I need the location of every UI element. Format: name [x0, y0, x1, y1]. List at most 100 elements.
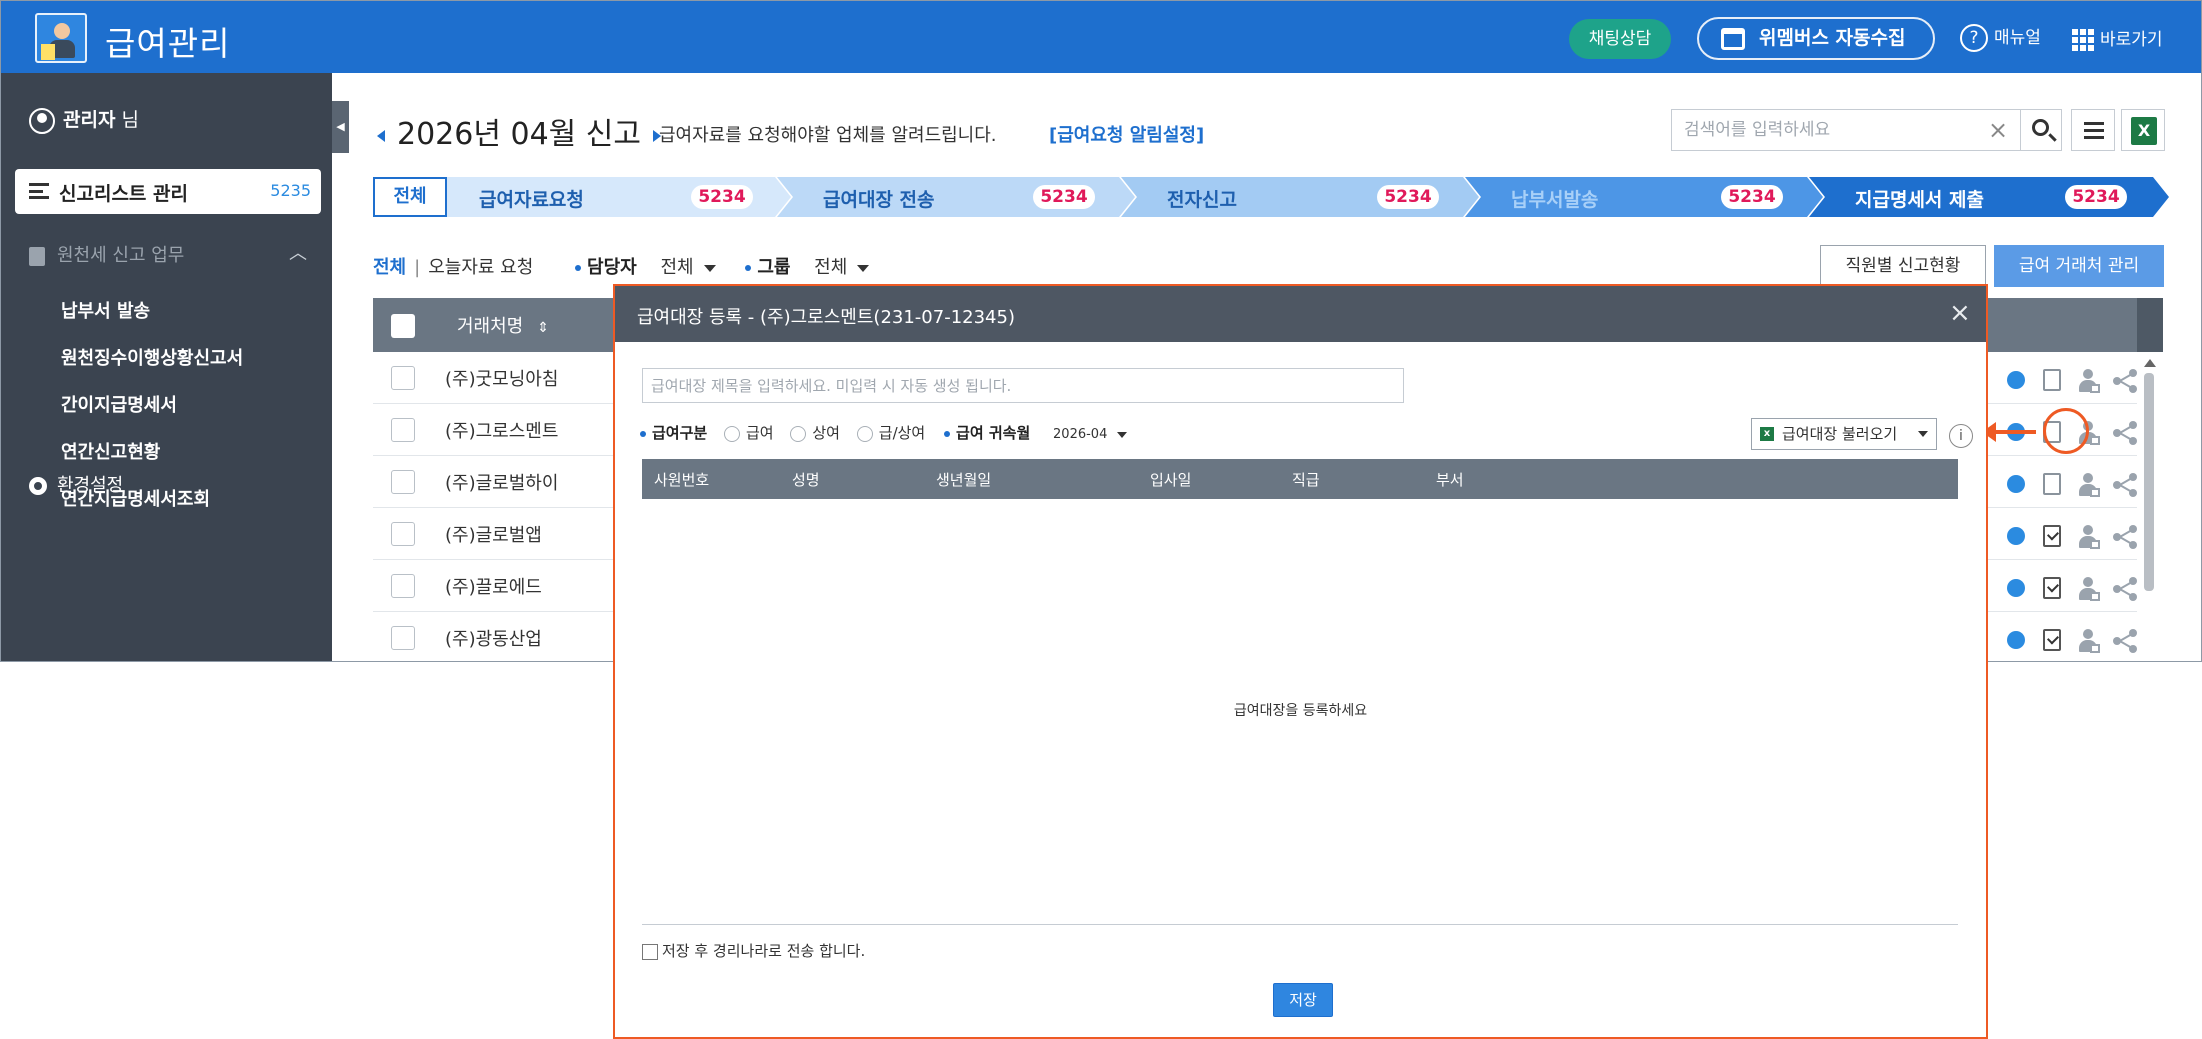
employee-status-button[interactable]: 직원별 신고현황 — [1820, 245, 1986, 287]
step-payment-notice[interactable]: 납부서발송 5234 — [1479, 177, 1823, 217]
payroll-register-icon[interactable] — [2077, 525, 2101, 549]
ledger-title-input[interactable] — [642, 368, 1404, 403]
message-badge-icon[interactable] — [2007, 371, 2025, 389]
callout-arrow-icon — [1982, 422, 2036, 442]
client-manage-button[interactable]: 급여 거래처 관리 — [1994, 245, 2164, 287]
table-scrollbar[interactable] — [2144, 359, 2156, 659]
save-button[interactable]: 저장 — [1273, 983, 1333, 1017]
payroll-register-icon[interactable] — [2077, 577, 2101, 601]
pay-type-radio-both[interactable] — [856, 425, 873, 442]
share-icon[interactable] — [2113, 421, 2137, 445]
column-client-name[interactable]: 거래처명 ⇕ — [457, 312, 549, 338]
info-icon[interactable]: i — [1949, 424, 1973, 448]
client-name[interactable]: (주)끌로에드 — [445, 573, 542, 599]
auto-collect-button[interactable]: 위멤버스 자동수집 — [1697, 17, 1935, 60]
share-icon[interactable] — [2113, 473, 2137, 497]
search-icon — [2032, 119, 2049, 136]
shortcut-link[interactable]: 바로가기 — [2072, 25, 2163, 51]
app-logo-icon[interactable] — [35, 13, 87, 63]
chevron-up-icon[interactable]: ︿ — [289, 239, 307, 265]
payroll-register-icon[interactable] — [2077, 629, 2101, 653]
step-statement-submit[interactable]: 지급명세서 제출 5234 — [1823, 177, 2167, 217]
message-badge-icon[interactable] — [2007, 579, 2025, 597]
dropdown-icon — [703, 264, 716, 272]
filter-all[interactable]: 전체 — [373, 257, 406, 278]
step-all-button[interactable]: 전체 — [373, 177, 447, 217]
document-icon[interactable] — [2043, 473, 2061, 495]
manager-filter-value: 전체 — [660, 257, 694, 278]
share-icon[interactable] — [2113, 525, 2137, 549]
list-view-button[interactable] — [2071, 109, 2115, 151]
search-input[interactable] — [1672, 110, 1972, 150]
send-after-save-checkbox[interactable] — [642, 943, 658, 960]
row-checkbox[interactable] — [391, 366, 415, 390]
manual-label: 매뉴얼 — [1994, 28, 2041, 48]
column-position: 직급 — [1292, 471, 1320, 489]
pay-type-option: 상여 — [812, 424, 840, 442]
excel-icon: X — [2131, 117, 2157, 145]
message-badge-icon[interactable] — [2007, 631, 2025, 649]
sidebar-collapse-handle[interactable]: ◀ — [332, 101, 349, 153]
excel-export-button[interactable]: X — [2121, 109, 2165, 151]
load-ledger-button[interactable]: x 급여대장 불러오기 — [1751, 418, 1937, 450]
manual-link[interactable]: ? 매뉴얼 — [1960, 23, 2041, 52]
clear-icon[interactable]: × — [1988, 116, 2008, 144]
close-icon[interactable]: × — [1949, 298, 1971, 328]
client-name[interactable]: (주)그로스멘트 — [445, 417, 558, 443]
share-icon[interactable] — [2113, 577, 2137, 601]
checked-document-icon[interactable] — [2043, 577, 2061, 599]
scroll-thumb[interactable] — [2144, 373, 2154, 591]
row-checkbox[interactable] — [391, 470, 415, 494]
step-ledger-send[interactable]: 급여대장 전송 5234 — [791, 177, 1135, 217]
pay-month-value: 2026-04 — [1053, 427, 1108, 442]
payroll-register-icon[interactable] — [2077, 473, 2101, 497]
group-filter-value: 전체 — [814, 257, 848, 278]
sidebar-item-annual-status[interactable]: 연간신고현황 — [61, 438, 160, 464]
sidebar-item-settings[interactable]: 환경설정 — [29, 471, 123, 497]
manager-filter-select[interactable]: 전체 — [660, 257, 716, 278]
step-label: 지급명세서 제출 — [1855, 189, 1984, 211]
row-checkbox[interactable] — [391, 574, 415, 598]
row-checkbox[interactable] — [391, 522, 415, 546]
filter-today[interactable]: 오늘자료 요청 — [428, 257, 533, 278]
sidebar-item-report-list[interactable]: 신고리스트 관리 5235 — [15, 169, 321, 214]
message-badge-icon[interactable] — [2007, 475, 2025, 493]
checked-document-icon[interactable] — [2043, 629, 2061, 651]
notice-setting-link[interactable]: [급여요청 알림설정] — [1049, 121, 1204, 147]
scroll-up-icon[interactable] — [2144, 359, 2156, 367]
pay-month-select[interactable]: 2026-04 — [1053, 427, 1128, 442]
share-icon[interactable] — [2113, 369, 2137, 393]
step-payroll-request[interactable]: 급여자료요청 5234 — [447, 177, 791, 217]
chat-consult-button[interactable]: 채팅상담 — [1569, 19, 1671, 59]
step-e-filing[interactable]: 전자신고 5234 — [1135, 177, 1479, 217]
send-after-save-option[interactable]: 저장 후 경리나라로 전송 합니다. — [642, 940, 865, 961]
select-all-checkbox[interactable] — [391, 314, 415, 338]
sidebar-item-payment-notice[interactable]: 납부서 발송 — [61, 297, 150, 323]
dropdown-icon — [857, 264, 870, 272]
sidebar-section-withholding[interactable]: 원천세 신고 업무 — [29, 241, 184, 267]
document-icon[interactable] — [2043, 369, 2061, 391]
checked-document-icon[interactable] — [2043, 525, 2061, 547]
sidebar-item-simple-statement[interactable]: 간이지급명세서 — [61, 391, 177, 417]
message-badge-icon[interactable] — [2007, 527, 2025, 545]
pay-type-radio-bonus[interactable] — [790, 425, 807, 442]
client-name[interactable]: (주)굿모닝아침 — [445, 365, 558, 391]
row-checkbox[interactable] — [391, 418, 415, 442]
client-name[interactable]: (주)글로벌앱 — [445, 521, 542, 547]
search-button[interactable] — [2020, 109, 2062, 151]
admin-profile: 관리자 님 — [29, 105, 139, 134]
sidebar-item-withholding-report[interactable]: 원천징수이행상황신고서 — [61, 344, 243, 370]
payroll-register-icon[interactable] — [2077, 369, 2101, 393]
prev-period-icon[interactable] — [377, 129, 385, 142]
column-employee-id: 사원번호 — [654, 471, 710, 489]
client-name[interactable]: (주)글로벌하이 — [445, 469, 558, 495]
group-filter-select[interactable]: 전체 — [814, 257, 870, 278]
row-checkbox[interactable] — [391, 626, 415, 650]
client-name[interactable]: (주)광동산업 — [445, 625, 542, 651]
share-icon[interactable] — [2113, 629, 2137, 653]
table-header-end — [2137, 298, 2163, 352]
list-check-icon — [29, 183, 49, 199]
app-title[interactable]: 급여관리 — [105, 17, 230, 65]
sort-icon: ⇕ — [537, 320, 549, 336]
pay-type-radio-salary[interactable] — [723, 425, 740, 442]
